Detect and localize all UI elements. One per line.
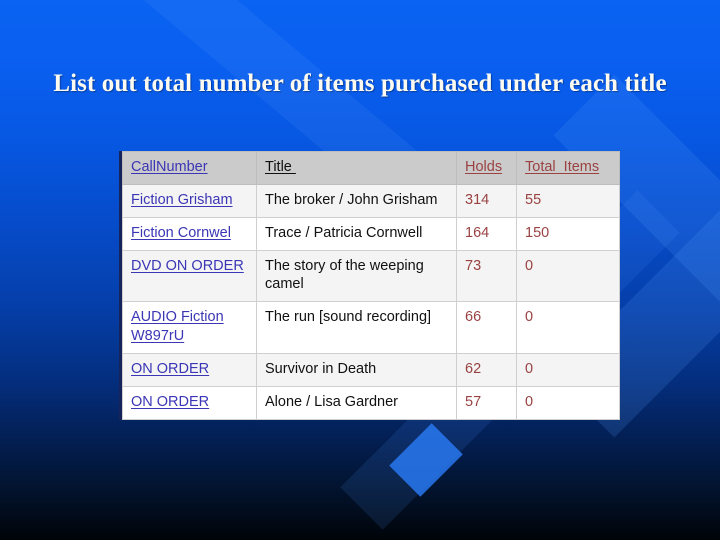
column-header-total-items-label: Total Items [525, 159, 600, 175]
callnumber-link[interactable]: ON ORDER [131, 361, 209, 377]
callnumber-link[interactable]: AUDIO Fiction W897rU [131, 309, 224, 344]
table-row: DVD ON ORDER The story of the weeping ca… [122, 249, 620, 303]
cell-callnumber[interactable]: ON ORDER [122, 352, 257, 387]
column-header-title-label: Title [265, 159, 296, 175]
table-header-row: CallNumber Title Holds Total Items [122, 151, 620, 185]
table-body: Fiction Grisham The broker / John Grisha… [122, 183, 620, 420]
callnumber-link[interactable]: DVD ON ORDER [131, 258, 244, 274]
cell-total-items: 0 [516, 301, 620, 354]
column-header-title[interactable]: Title [256, 151, 457, 185]
cell-holds: 66 [456, 301, 517, 354]
page-title: List out total number of items purchased… [53, 70, 667, 97]
table-row: Fiction Cornwel Trace / Patricia Cornwel… [122, 216, 620, 251]
results-table: CallNumber Title Holds Total Items Ficti… [122, 151, 620, 420]
column-header-holds-label: Holds [465, 159, 503, 175]
cell-callnumber[interactable]: Fiction Grisham [122, 183, 257, 218]
column-header-total-items[interactable]: Total Items [516, 151, 620, 185]
cell-total-items: 0 [516, 249, 620, 303]
cell-title: Trace / Patricia Cornwell [256, 216, 457, 251]
cell-callnumber[interactable]: ON ORDER [122, 385, 257, 420]
cell-total-items: 0 [516, 352, 620, 387]
cell-title: The run [sound recording] [256, 301, 457, 354]
cell-title: The story of the weeping camel [256, 249, 457, 303]
table-row: ON ORDER Survivor in Death 62 0 [122, 352, 620, 387]
background-chevron-tip [389, 423, 463, 497]
table-header: CallNumber Title Holds Total Items [122, 151, 620, 185]
cell-holds: 73 [456, 249, 517, 303]
cell-holds: 314 [456, 183, 517, 218]
cell-holds: 57 [456, 385, 517, 420]
table-row: ON ORDER Alone / Lisa Gardner 57 0 [122, 385, 620, 420]
callnumber-link[interactable]: Fiction Grisham [131, 192, 233, 208]
cell-total-items: 150 [516, 216, 620, 251]
cell-total-items: 55 [516, 183, 620, 218]
column-header-callnumber[interactable]: CallNumber [122, 151, 257, 185]
results-table-container: CallNumber Title Holds Total Items Ficti… [119, 151, 620, 420]
cell-callnumber[interactable]: DVD ON ORDER [122, 249, 257, 303]
column-header-callnumber-label: CallNumber [131, 159, 208, 175]
callnumber-link[interactable]: Fiction Cornwel [131, 225, 231, 241]
cell-holds: 62 [456, 352, 517, 387]
cell-title: Alone / Lisa Gardner [256, 385, 457, 420]
cell-title: The broker / John Grisham [256, 183, 457, 218]
table-row: Fiction Grisham The broker / John Grisha… [122, 183, 620, 218]
cell-total-items: 0 [516, 385, 620, 420]
cell-callnumber[interactable]: Fiction Cornwel [122, 216, 257, 251]
cell-title: Survivor in Death [256, 352, 457, 387]
column-header-holds[interactable]: Holds [456, 151, 517, 185]
cell-callnumber[interactable]: AUDIO Fiction W897rU [122, 301, 257, 354]
table-row: AUDIO Fiction W897rU The run [sound reco… [122, 301, 620, 354]
slide-canvas: List out total number of items purchased… [0, 0, 720, 540]
cell-holds: 164 [456, 216, 517, 251]
callnumber-link[interactable]: ON ORDER [131, 394, 209, 410]
